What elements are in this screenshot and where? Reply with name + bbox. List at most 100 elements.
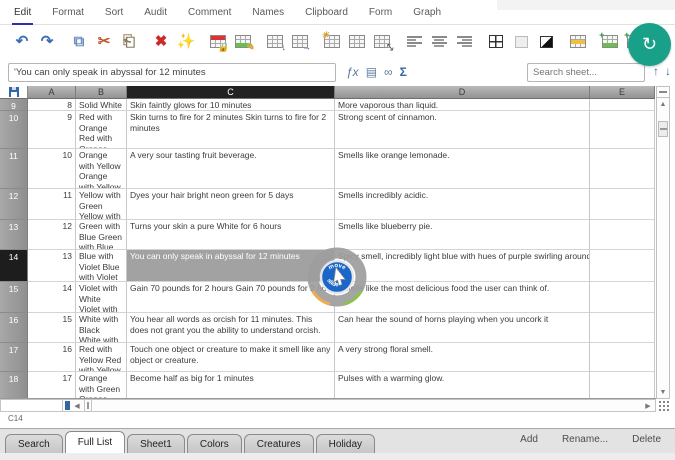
scroll-right-icon[interactable]: ▶ xyxy=(641,400,655,411)
cell-D14[interactable]: Spicy smell, incredibly light blue with … xyxy=(335,250,590,282)
cell-B10[interactable]: Red with Orange Red with Orange xyxy=(76,111,127,149)
cell-A14[interactable]: 13 xyxy=(28,250,76,282)
cell-A16[interactable]: 15 xyxy=(28,313,76,343)
cell-D18[interactable]: Pulses with a warming glow. xyxy=(335,372,590,399)
plain-table-icon[interactable] xyxy=(346,31,368,53)
menu-edit[interactable]: Edit xyxy=(14,7,31,18)
delete-icon[interactable]: ✖ xyxy=(150,31,172,53)
scroll-left-icon[interactable]: ◀ xyxy=(70,400,84,411)
cell-E16[interactable] xyxy=(590,313,655,343)
text-color-icon[interactable] xyxy=(535,31,557,53)
insert-column-icon[interactable]: → xyxy=(289,31,311,53)
insert-row-icon[interactable]: ↓ xyxy=(264,31,286,53)
column-header-e[interactable]: E xyxy=(590,86,655,99)
cell-B18[interactable]: Orange with Green Orange with Green xyxy=(76,372,127,399)
cell-E18[interactable] xyxy=(590,372,655,399)
borders-icon[interactable] xyxy=(485,31,507,53)
cell-B9[interactable]: Solid White xyxy=(76,99,127,111)
cell-E12[interactable] xyxy=(590,189,655,220)
copy-icon[interactable]: ⧉ xyxy=(68,31,90,53)
undo-icon[interactable]: ↶ xyxy=(11,31,33,53)
menu-audit[interactable]: Audit xyxy=(144,7,167,18)
horizontal-scroll-track[interactable] xyxy=(92,400,641,411)
menu-comment[interactable]: Comment xyxy=(188,7,231,18)
menu-form[interactable]: Form xyxy=(369,7,392,18)
row-header-12[interactable]: 12 xyxy=(0,189,28,220)
cell-B14[interactable]: Blue with Violet Blue with Violet xyxy=(76,250,127,282)
vertical-scrollbar[interactable]: ▲ ▼ xyxy=(656,86,670,399)
cut-icon[interactable]: ✂ xyxy=(93,31,115,53)
cell-C13[interactable]: Turns your skin a pure White for 6 hours xyxy=(127,220,335,250)
row-header-18[interactable]: 18 xyxy=(0,372,28,399)
cell-D11[interactable]: Smells like orange lemonade. xyxy=(335,149,590,189)
column-header-c[interactable]: C xyxy=(127,86,335,99)
row-header-9[interactable]: 9 xyxy=(0,99,28,111)
protect-sheet-icon[interactable]: 🔒 xyxy=(207,31,229,53)
sum-icon[interactable]: Σ xyxy=(400,65,407,79)
sheet-tab-sheet1[interactable]: Sheet1 xyxy=(127,434,185,453)
cell-E11[interactable] xyxy=(590,149,655,189)
rename-sheet-button[interactable]: Rename... xyxy=(562,434,608,445)
cell-D10[interactable]: Strong scent of cinnamon. xyxy=(335,111,590,149)
background-color-icon[interactable] xyxy=(510,31,532,53)
sheet-tab-colors[interactable]: Colors xyxy=(187,434,242,453)
insert-row-green-icon[interactable]: + xyxy=(599,31,621,53)
cell-D17[interactable]: A very strong floral smell. xyxy=(335,343,590,372)
cell-C12[interactable]: Dyes your hair bright neon green for 5 d… xyxy=(127,189,335,220)
scrollbar-split-handle[interactable] xyxy=(84,400,92,411)
delete-sheet-button[interactable]: Delete xyxy=(632,434,661,445)
cell-E15[interactable] xyxy=(590,282,655,313)
cell-A10[interactable]: 9 xyxy=(28,111,76,149)
row-header-17[interactable]: 17 xyxy=(0,343,28,372)
cell-B15[interactable]: Violet with White Violet with White xyxy=(76,282,127,313)
format-wand-icon[interactable]: ✨ xyxy=(175,31,197,53)
highlight-row-icon[interactable] xyxy=(567,31,589,53)
row-header-13[interactable]: 13 xyxy=(0,220,28,250)
row-header-16[interactable]: 16 xyxy=(0,313,28,343)
cell-D16[interactable]: Can hear the sound of horns playing when… xyxy=(335,313,590,343)
sheet-tab-creatures[interactable]: Creatures xyxy=(244,434,314,453)
refresh-button[interactable]: ↻ xyxy=(628,23,671,66)
cell-E14[interactable] xyxy=(590,250,655,282)
cell-D13[interactable]: Smells like blueberry pie. xyxy=(335,220,590,250)
cell-A15[interactable]: 14 xyxy=(28,282,76,313)
cell-E17[interactable] xyxy=(590,343,655,372)
cell-B17[interactable]: Red with Yellow Red with Yellow xyxy=(76,343,127,372)
cell-A13[interactable]: 12 xyxy=(28,220,76,250)
horizontal-scrollbar[interactable]: ◀ ▶ xyxy=(0,399,656,412)
column-header-d[interactable]: D xyxy=(335,86,590,99)
menu-names[interactable]: Names xyxy=(252,7,284,18)
cell-C16[interactable]: You hear all words as orcish for 11 minu… xyxy=(127,313,335,343)
row-header-14[interactable]: 14 xyxy=(0,250,28,282)
cell-A9[interactable]: 8 xyxy=(28,99,76,111)
menu-clipboard[interactable]: Clipboard xyxy=(305,7,348,18)
search-down-icon[interactable]: ↓ xyxy=(665,64,671,78)
select-all-corner[interactable] xyxy=(0,86,28,99)
function-icon[interactable]: ƒx xyxy=(346,65,359,79)
cell-content-input[interactable] xyxy=(8,63,336,82)
add-sheet-button[interactable]: Add xyxy=(520,434,538,445)
cell-C10[interactable]: Skin turns to fire for 2 minutes Skin tu… xyxy=(127,111,335,149)
align-center-icon[interactable] xyxy=(428,31,450,53)
row-header-11[interactable]: 11 xyxy=(0,149,28,189)
menu-graph[interactable]: Graph xyxy=(413,7,441,18)
cell-E13[interactable] xyxy=(590,220,655,250)
search-input[interactable] xyxy=(527,63,645,82)
cell-D9[interactable]: More vaporous than liquid. xyxy=(335,99,590,111)
cell-E10[interactable] xyxy=(590,111,655,149)
cell-A18[interactable]: 17 xyxy=(28,372,76,399)
scroll-down-icon[interactable]: ▼ xyxy=(657,386,669,398)
sheet-tab-search[interactable]: Search xyxy=(5,434,63,453)
cell-C11[interactable]: A very sour tasting fruit beverage. xyxy=(127,149,335,189)
cell-C14[interactable]: You can only speak in abyssal for 12 min… xyxy=(127,250,335,282)
cell-D15[interactable]: Smells like the most delicious food the … xyxy=(335,282,590,313)
column-header-b[interactable]: B xyxy=(76,86,127,99)
menu-format[interactable]: Format xyxy=(52,7,84,18)
autofit-table-icon[interactable]: ⤡ xyxy=(371,31,393,53)
cell-B12[interactable]: Yellow with Green Yellow with Green xyxy=(76,189,127,220)
vertical-scroll-thumb[interactable] xyxy=(658,121,668,137)
align-right-icon[interactable] xyxy=(453,31,475,53)
sheet-tab-holiday[interactable]: Holiday xyxy=(316,434,375,453)
cell-C18[interactable]: Become half as big for 1 minutes xyxy=(127,372,335,399)
cell-B11[interactable]: Orange with Yellow Orange with Yellow xyxy=(76,149,127,189)
